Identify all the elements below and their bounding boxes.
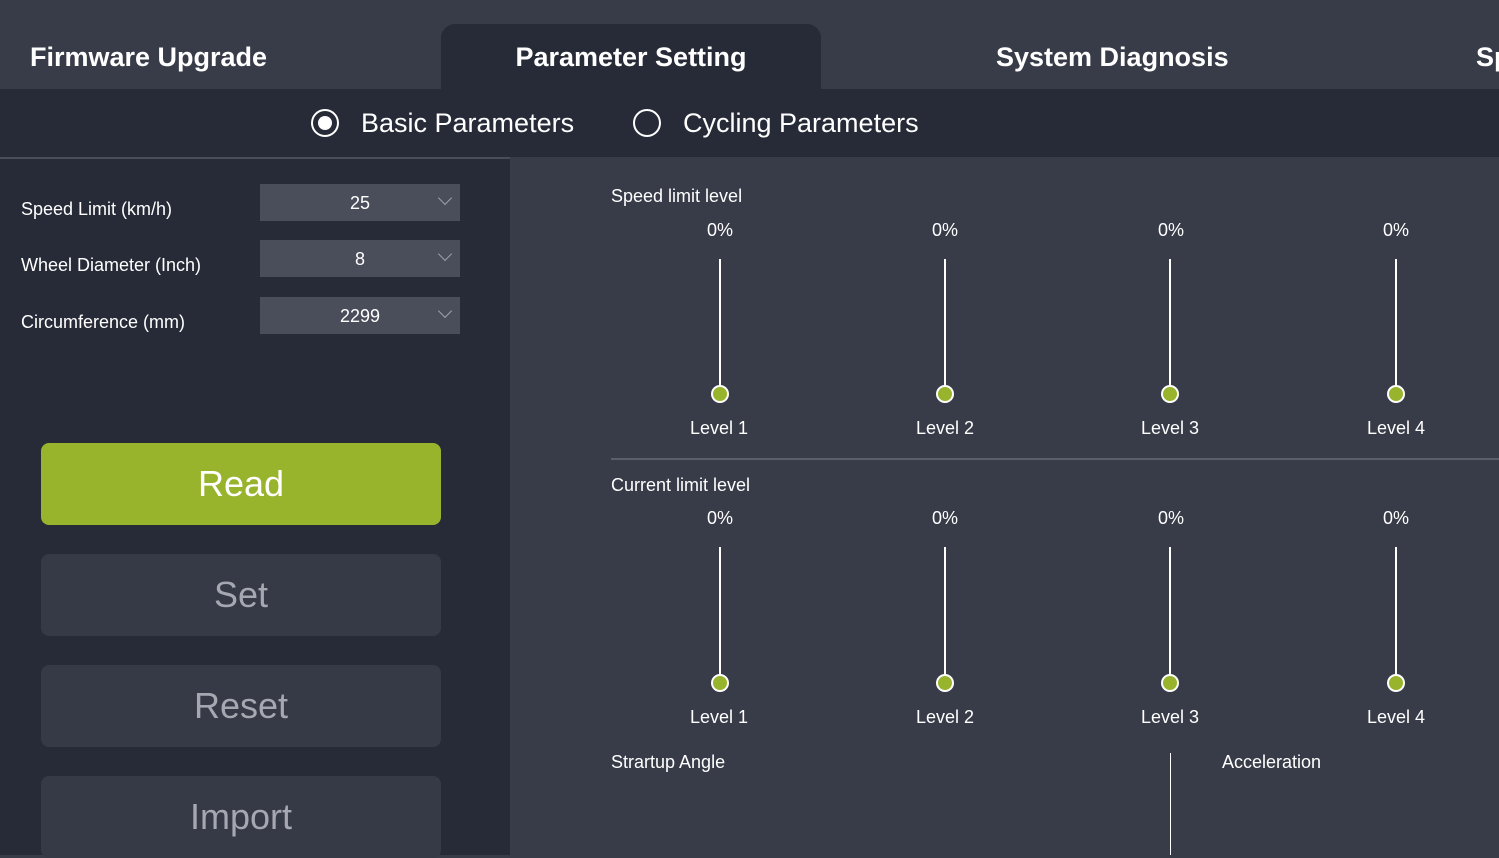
speed-level-2-value: 0% (931, 220, 958, 240)
current-level-4-label: Level 4 (1366, 707, 1426, 727)
speed-level-4-value: 0% (1382, 220, 1409, 240)
vertical-divider (1170, 753, 1171, 855)
radio-unselected-icon (633, 109, 661, 137)
current-level-3-value: 0% (1157, 508, 1184, 528)
tab-parameter-setting[interactable]: Parameter Setting (441, 24, 821, 89)
speed-level-4-slider[interactable] (1395, 259, 1397, 393)
tab-partial-next[interactable]: Sp (1476, 24, 1499, 89)
wheel-diameter-select[interactable]: 8 (260, 240, 460, 277)
speed-level-3-slider[interactable] (1169, 259, 1171, 393)
tab-firmware-upgrade[interactable]: Firmware Upgrade (30, 24, 267, 89)
current-level-3-label: Level 3 (1140, 707, 1200, 727)
parameter-mode-bar: Basic Parameters Cycling Parameters (0, 89, 1499, 157)
current-level-3-handle[interactable] (1161, 674, 1179, 692)
cycling-parameters-label: Cycling Parameters (683, 107, 919, 138)
speed-level-1-slider[interactable] (719, 259, 721, 393)
speed-limit-select[interactable]: 25 (260, 184, 460, 221)
radio-selected-icon (311, 109, 339, 137)
top-tab-bar: Firmware Upgrade Parameter Setting Syste… (0, 0, 1499, 89)
current-level-4-handle[interactable] (1387, 674, 1405, 692)
current-limit-level-title: Current limit level (611, 475, 751, 495)
current-level-4-slider[interactable] (1395, 547, 1397, 682)
circumference-label: Circumference (mm) (21, 312, 186, 332)
circumference-value: 2299 (339, 306, 381, 326)
wheel-diameter-label: Wheel Diameter (Inch) (21, 255, 202, 275)
set-button[interactable]: Set (41, 554, 441, 636)
speed-level-1-value: 0% (706, 220, 733, 240)
circumference-select[interactable]: 2299 (260, 297, 460, 334)
speed-limit-level-title: Speed limit level (611, 186, 743, 206)
speed-level-4-label: Level 4 (1366, 418, 1426, 438)
tab-system-diagnosis[interactable]: System Diagnosis (996, 24, 1229, 89)
current-level-2-slider[interactable] (944, 547, 946, 682)
chevron-down-icon (437, 190, 453, 206)
basic-parameters-radio[interactable]: Basic Parameters (311, 105, 574, 141)
wheel-diameter-value: 8 (354, 249, 365, 269)
section-divider (611, 458, 1499, 460)
read-button[interactable]: Read (41, 443, 441, 525)
current-level-2-value: 0% (931, 508, 958, 528)
speed-limit-label: Speed Limit (km/h) (21, 199, 173, 219)
current-level-1-slider[interactable] (719, 547, 721, 682)
chevron-down-icon (437, 246, 453, 262)
import-button[interactable]: Import (41, 776, 441, 858)
speed-level-2-label: Level 2 (915, 418, 975, 438)
speed-level-2-handle[interactable] (936, 385, 954, 403)
current-level-1-handle[interactable] (711, 674, 729, 692)
speed-level-3-handle[interactable] (1161, 385, 1179, 403)
speed-level-4-handle[interactable] (1387, 385, 1405, 403)
speed-level-3-label: Level 3 (1140, 418, 1200, 438)
current-level-2-label: Level 2 (915, 707, 975, 727)
acceleration-title: Acceleration (1222, 752, 1322, 772)
current-level-1-value: 0% (706, 508, 733, 528)
current-level-4-value: 0% (1382, 508, 1409, 528)
speed-limit-value: 25 (349, 193, 371, 213)
current-level-1-label: Level 1 (689, 707, 749, 727)
panel-divider (0, 157, 510, 159)
speed-level-1-handle[interactable] (711, 385, 729, 403)
chevron-down-icon (437, 303, 453, 319)
speed-level-3-value: 0% (1157, 220, 1184, 240)
speed-level-2-slider[interactable] (944, 259, 946, 393)
current-level-2-handle[interactable] (936, 674, 954, 692)
startup-angle-title: Strartup Angle (611, 752, 726, 772)
cycling-parameters-radio[interactable]: Cycling Parameters (633, 105, 919, 141)
reset-button[interactable]: Reset (41, 665, 441, 747)
speed-level-1-label: Level 1 (689, 418, 749, 438)
current-level-3-slider[interactable] (1169, 547, 1171, 682)
basic-parameters-label: Basic Parameters (361, 107, 575, 138)
